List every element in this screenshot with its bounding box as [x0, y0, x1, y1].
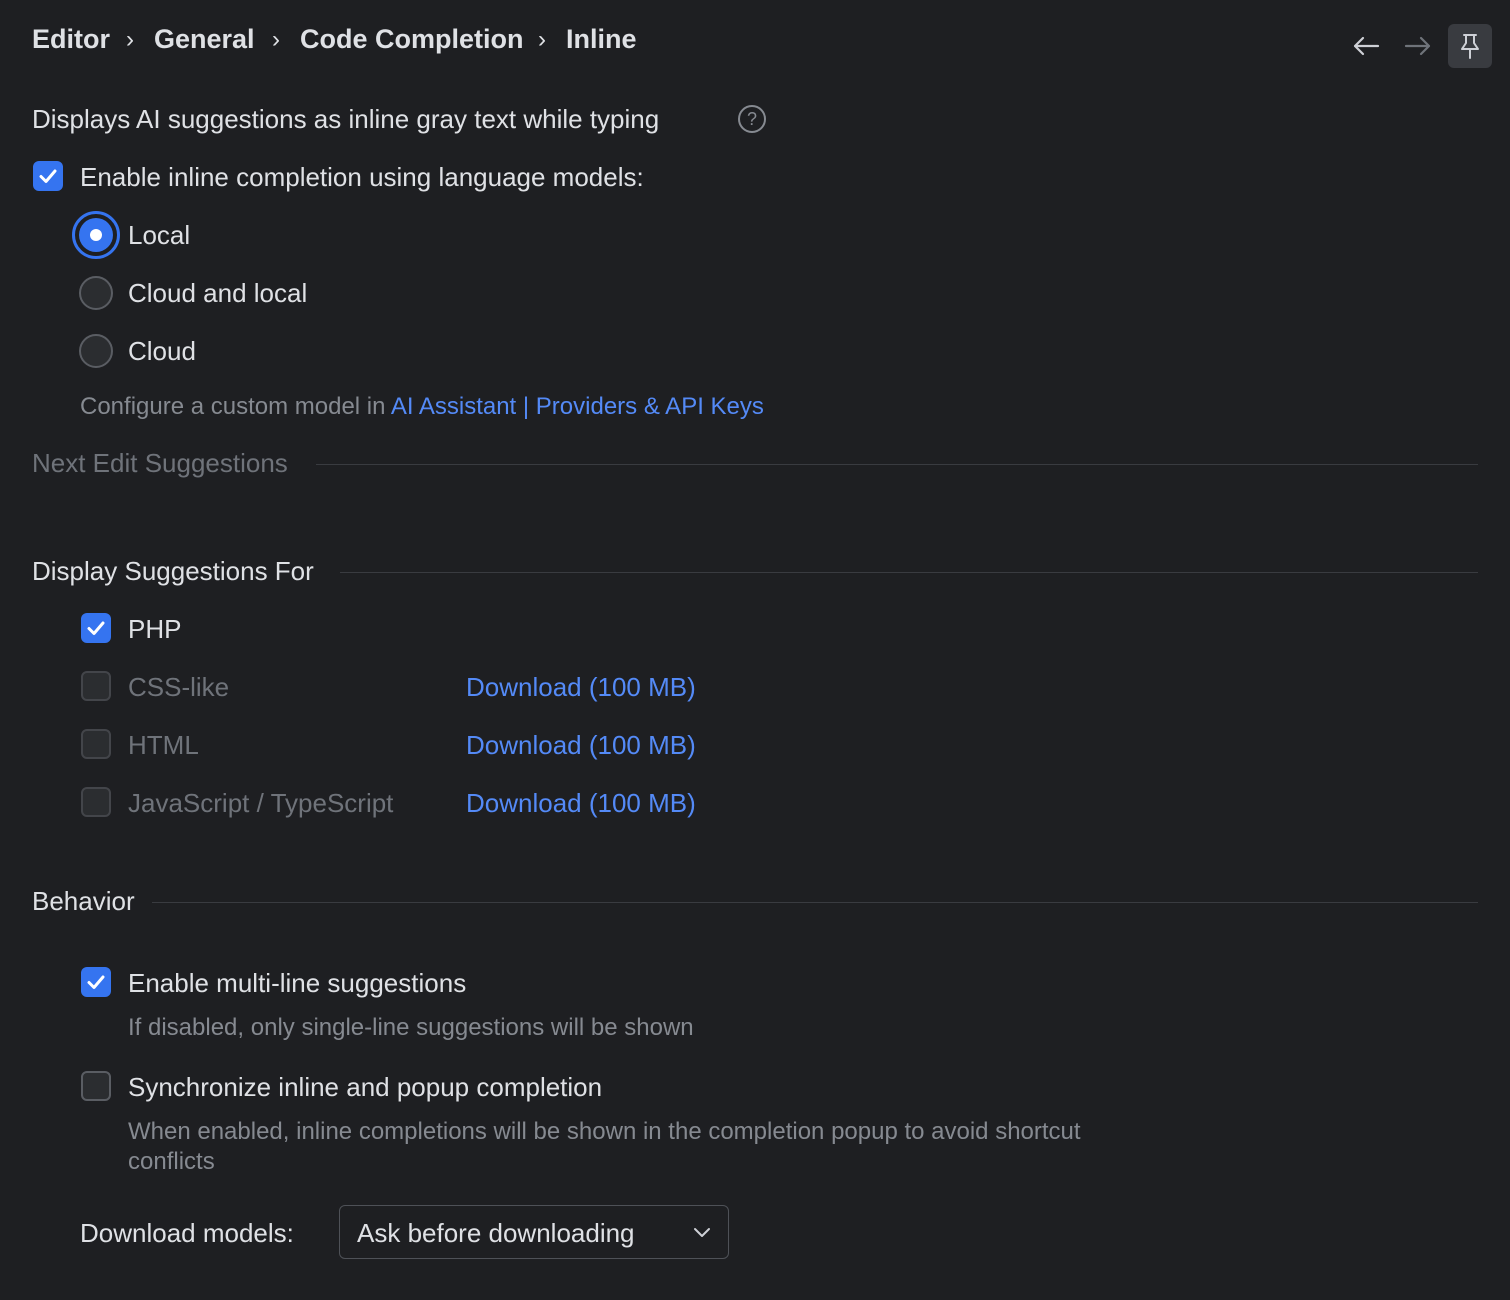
forward-button[interactable]: [1396, 24, 1440, 68]
enable-inline-label: Enable inline completion using language …: [80, 162, 644, 192]
javascript-typescript-checkbox: [81, 787, 111, 817]
css-like-checkbox: [81, 671, 111, 701]
custom-model-prefix: Configure a custom model in: [80, 393, 386, 420]
sync-hint-line2: conflicts: [128, 1148, 215, 1175]
ai-assistant-link[interactable]: AI Assistant: [391, 393, 516, 420]
section-divider: [316, 464, 1478, 465]
breadcrumb-separator: ›: [126, 26, 134, 53]
radio-local[interactable]: [72, 211, 120, 259]
section-next-edit-title: Next Edit Suggestions: [32, 448, 288, 478]
download-models-label: Download models:: [80, 1218, 294, 1248]
arrow-left-icon: [1353, 36, 1380, 56]
php-label: PHP: [128, 614, 182, 644]
radio-cloud-and-local[interactable]: [79, 276, 113, 310]
custom-model-note: Configure a custom model in AI Assistant…: [80, 392, 764, 422]
html-label: HTML: [128, 730, 199, 760]
javascript-typescript-download-link[interactable]: Download (100 MB): [466, 787, 696, 819]
radio-cloud-and-local-label: Cloud and local: [128, 278, 308, 308]
multiline-label: Enable multi-line suggestions: [128, 968, 467, 998]
arrow-right-icon: [1404, 36, 1431, 56]
download-models-dropdown[interactable]: Ask before downloading: [339, 1205, 729, 1259]
breadcrumb-item-general[interactable]: General: [154, 24, 255, 55]
link-divider: |: [522, 393, 530, 420]
html-download-link[interactable]: Download (100 MB): [466, 729, 696, 761]
section-divider: [152, 902, 1478, 903]
providers-api-keys-link[interactable]: Providers & API Keys: [536, 393, 764, 420]
sync-hint-line1: When enabled, inline completions will be…: [128, 1118, 1081, 1145]
javascript-typescript-label: JavaScript / TypeScript: [128, 788, 394, 818]
html-checkbox: [81, 729, 111, 759]
breadcrumb-separator: ›: [272, 26, 280, 53]
enable-inline-checkbox[interactable]: [33, 161, 63, 191]
multiline-hint: If disabled, only single-line suggestion…: [128, 1014, 694, 1041]
checkmark-icon: [39, 169, 57, 183]
php-checkbox[interactable]: [81, 613, 111, 643]
back-button[interactable]: [1344, 24, 1388, 68]
radio-cloud-label: Cloud: [128, 336, 196, 366]
radio-dot-icon: [90, 229, 102, 241]
help-icon[interactable]: ?: [738, 105, 766, 133]
section-behavior-title: Behavior: [32, 886, 135, 916]
download-models-value: Ask before downloading: [357, 1218, 635, 1248]
breadcrumb-item-editor[interactable]: Editor: [32, 24, 110, 55]
checkmark-icon: [87, 621, 105, 635]
page-description: Displays AI suggestions as inline gray t…: [32, 104, 660, 134]
css-like-download-link[interactable]: Download (100 MB): [466, 671, 696, 703]
section-display-for-title: Display Suggestions For: [32, 556, 314, 586]
breadcrumb-separator: ›: [538, 26, 546, 53]
section-divider: [340, 572, 1478, 573]
pin-icon: [1461, 34, 1479, 59]
breadcrumb-item-inline: Inline: [566, 24, 637, 54]
breadcrumb-item-code-completion[interactable]: Code Completion: [300, 24, 524, 55]
css-like-label: CSS-like: [128, 672, 230, 702]
checkmark-icon: [87, 975, 105, 989]
radio-local-label: Local: [128, 220, 191, 250]
chevron-down-icon: [694, 1228, 710, 1237]
pin-button[interactable]: [1448, 24, 1492, 68]
radio-cloud[interactable]: [79, 334, 113, 368]
sync-label: Synchronize inline and popup completion: [128, 1072, 603, 1102]
sync-checkbox[interactable]: [81, 1071, 111, 1101]
multiline-checkbox[interactable]: [81, 967, 111, 997]
